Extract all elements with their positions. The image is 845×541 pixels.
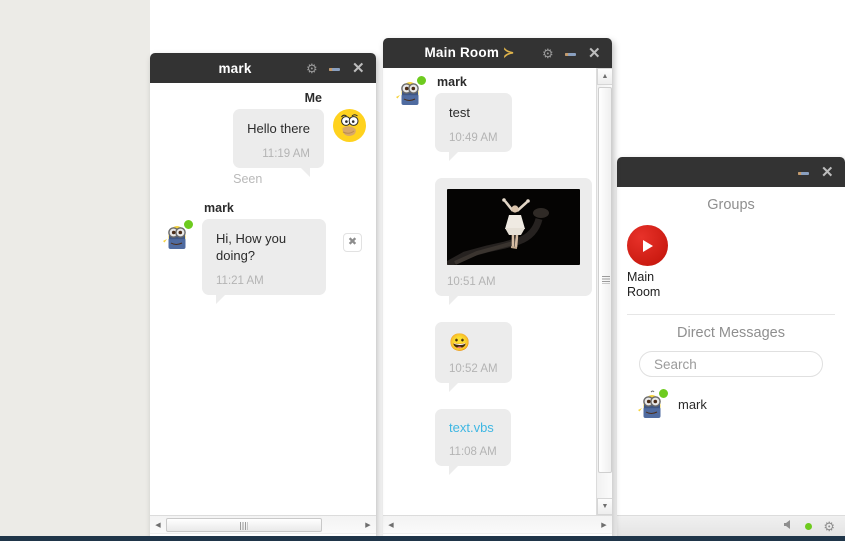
chat-titlebar[interactable]: mark ⚙ ✕	[150, 53, 376, 83]
scrollbar-thumb[interactable]	[598, 87, 612, 473]
vertical-scrollbar[interactable]: ▲ ▼	[596, 68, 612, 515]
scrollbar-thumb[interactable]	[166, 517, 322, 532]
gear-icon[interactable]: ⚙	[542, 47, 555, 60]
message-text: Hello there	[247, 121, 310, 136]
chat-messages: Me Hello there 11:19 AM Seen ✖ mark Hi, …	[150, 83, 376, 515]
read-receipt: Seen	[233, 172, 263, 186]
online-status-dot	[416, 75, 427, 86]
me-avatar	[333, 109, 366, 142]
desktop: ✕ Groups Main Room Direct Messages Searc…	[0, 0, 845, 541]
horizontal-scrollbar[interactable]: ◀ ▶	[383, 515, 612, 533]
message-bubble[interactable]: test 10:49 AM	[435, 93, 512, 161]
scrollbar-grip	[602, 276, 610, 284]
scrollbar-grip	[240, 521, 248, 530]
message-text: test	[449, 105, 470, 120]
online-status-dot	[183, 219, 194, 230]
online-dot[interactable]	[805, 522, 813, 530]
message-time: 11:21 AM	[216, 275, 264, 287]
minion-avatar	[393, 75, 427, 108]
file-link[interactable]: text.vbs	[449, 420, 497, 435]
message-time: 10:52 AM	[449, 363, 498, 375]
ballerina-photo[interactable]	[447, 189, 580, 265]
minimize-icon[interactable]	[329, 62, 342, 75]
close-icon[interactable]: ✕	[352, 61, 365, 76]
message-bubble[interactable]: Hi, How you doing? 11:21 AM	[202, 219, 326, 304]
main-room-title: Main Room ≻	[383, 45, 542, 61]
message-sender-name: mark	[437, 75, 467, 89]
file-message-bubble[interactable]: text.vbs 11:08 AM	[435, 409, 511, 475]
media-message-bubble[interactable]: 10:51 AM	[435, 178, 592, 305]
main-room-messages: mark test 10:49 AM 10:51 AM 😀 10:52 AM t…	[383, 68, 612, 515]
group-item-main-room[interactable]: Main Room	[617, 219, 681, 310]
emoji-message-bubble[interactable]: 😀 10:52 AM	[435, 322, 512, 392]
main-room-window: Main Room ≻ ⚙ ✕ mark test 10:49 AM 10:51…	[383, 38, 612, 541]
search-box[interactable]	[639, 351, 823, 377]
group-item-label: Main Room	[627, 270, 661, 299]
minimize-icon[interactable]	[798, 166, 811, 179]
gear-icon[interactable]: ⚙	[823, 520, 835, 533]
chat-window: mark ⚙ ✕ Me Hello there 11:19 AM Seen ✖ …	[150, 53, 376, 541]
contacts-window: ✕ Groups Main Room Direct Messages Searc…	[617, 157, 845, 536]
direct-messages-heading: Direct Messages	[677, 325, 785, 341]
message-row: mark Hi, How you doing? 11:21 AM	[150, 186, 376, 304]
message-row: 10:51 AM	[383, 154, 612, 305]
desktop-background-left	[0, 0, 150, 536]
message-time: 10:49 AM	[449, 132, 498, 144]
contacts-titlebar[interactable]: ✕	[617, 157, 845, 187]
hscroll-track[interactable]	[166, 517, 360, 533]
groups-heading: Groups	[707, 197, 755, 213]
minion-avatar	[160, 219, 194, 252]
close-icon[interactable]: ✕	[821, 165, 834, 180]
main-room-titlebar[interactable]: Main Room ≻ ⚙ ✕	[383, 38, 612, 68]
message-sender-name: Me	[304, 91, 322, 105]
message-row: 😀 10:52 AM	[383, 298, 612, 392]
message-row: text.vbs 11:08 AM	[383, 385, 612, 475]
emoji-glyph: 😀	[449, 333, 471, 352]
chevron-right-icon[interactable]: ≻	[503, 45, 515, 60]
scroll-left-arrow[interactable]: ◀	[150, 517, 166, 533]
sidebar-status-bar: ⚙	[617, 515, 845, 536]
message-row: Me Hello there 11:19 AM Seen	[150, 83, 376, 186]
message-text: Hi, How you doing?	[216, 231, 287, 263]
message-sender-name: mark	[204, 201, 234, 215]
chat-title: mark	[218, 60, 252, 76]
scroll-right-arrow[interactable]: ▶	[360, 517, 376, 533]
scroll-up-arrow[interactable]: ▲	[597, 68, 612, 85]
message-bubble[interactable]: Hello there 11:19 AM	[233, 109, 324, 177]
horizontal-scrollbar[interactable]: ◀ ▶	[150, 515, 376, 533]
message-time: 11:08 AM	[449, 446, 497, 458]
gear-icon[interactable]: ⚙	[306, 62, 319, 75]
message-time: 10:51 AM	[447, 276, 496, 288]
message-row: mark test 10:49 AM	[383, 68, 612, 161]
contact-item-mark[interactable]: mark	[617, 377, 845, 421]
contact-name: mark	[678, 397, 707, 412]
scroll-right-arrow[interactable]: ▶	[596, 517, 612, 533]
play-button-icon	[627, 225, 668, 266]
hscroll-track[interactable]	[399, 517, 596, 533]
scroll-down-arrow[interactable]: ▼	[597, 498, 612, 515]
minimize-icon[interactable]	[565, 47, 578, 60]
message-time: 11:19 AM	[262, 148, 310, 160]
close-icon[interactable]: ✕	[588, 46, 601, 61]
taskbar	[0, 536, 845, 541]
main-room-title-text: Main Room	[424, 45, 500, 60]
scroll-left-arrow[interactable]: ◀	[383, 517, 399, 533]
online-status-dot	[658, 388, 669, 399]
speaker-icon[interactable]	[783, 517, 794, 535]
minion-avatar	[635, 388, 669, 421]
search-input[interactable]	[654, 356, 808, 372]
